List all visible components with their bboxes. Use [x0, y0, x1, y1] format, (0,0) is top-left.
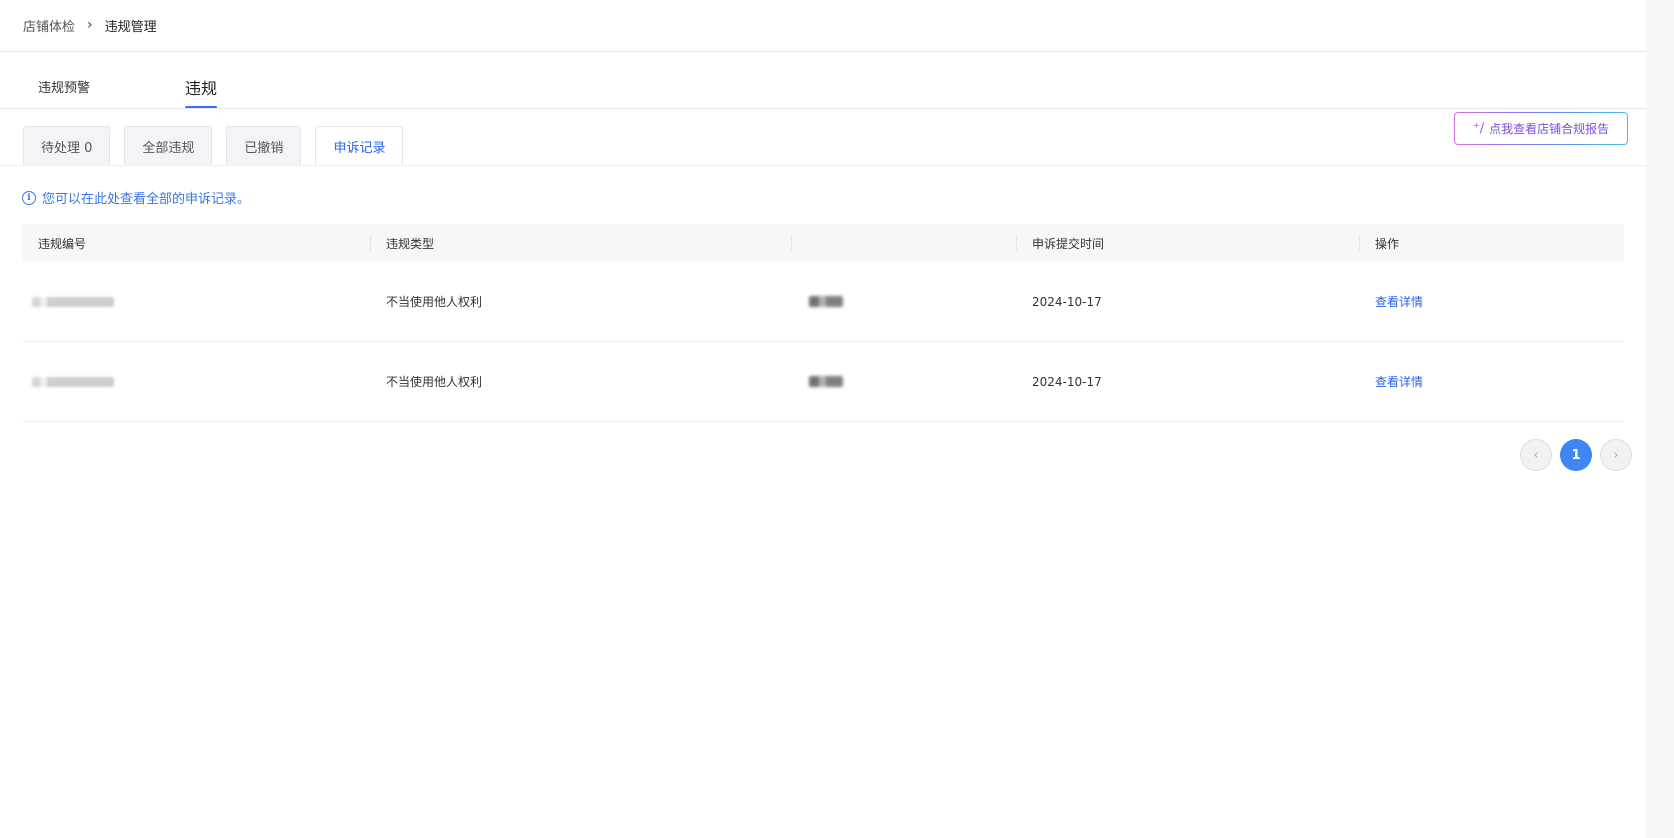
prev-page-button[interactable]: ‹: [1520, 439, 1552, 471]
main-tabs: 违规预警 违规: [0, 52, 1646, 109]
view-details-link[interactable]: 查看详情: [1375, 293, 1423, 310]
next-page-button[interactable]: ›: [1600, 439, 1632, 471]
column-divider: [791, 235, 792, 251]
tab-label: 违规: [185, 79, 218, 98]
notice-text: 您可以在此处查看全部的申诉记录。: [42, 192, 251, 207]
cell-violation-id: [22, 342, 370, 421]
magic-wand-icon: ⁺∕: [1472, 121, 1485, 136]
cell-action: 查看详情: [1359, 342, 1624, 421]
header-label: 申诉提交时间: [1032, 236, 1105, 251]
column-divider: [370, 235, 371, 251]
header-redacted: [791, 224, 1016, 262]
page-1-button[interactable]: 1: [1560, 439, 1592, 471]
view-details-link[interactable]: 查看详情: [1375, 373, 1423, 390]
chevron-left-icon: ‹: [1533, 447, 1539, 463]
tab-label: 违规预警: [38, 81, 91, 96]
header-violation-id: 违规编号: [22, 224, 370, 262]
header-action: 操作: [1359, 224, 1624, 262]
header-label: 违规编号: [38, 236, 87, 251]
tabs-divider: [0, 108, 1646, 109]
cell-submit-time: 2024-10-17: [1032, 294, 1102, 309]
cell-redacted: [791, 342, 1016, 421]
tab-violation[interactable]: 违规: [185, 75, 218, 109]
column-divider: [1016, 235, 1017, 251]
appeal-records-table: 违规编号 违规类型 申诉提交时间 操作 不当使用他人权利 2024-10-17 …: [22, 224, 1624, 422]
breadcrumb-parent[interactable]: 店铺体检: [23, 16, 75, 35]
cell-submit-time: 2024-10-17: [1032, 374, 1102, 389]
cell-action: 查看详情: [1359, 262, 1624, 341]
compliance-report-label: 点我查看店铺合规报告: [1489, 122, 1610, 136]
sub-tabs: 待处理 0 全部违规 已撤销 申诉记录: [23, 126, 417, 167]
breadcrumb-separator-icon: ›: [87, 17, 93, 33]
subtabs-divider: [0, 165, 1646, 166]
subtab-revoked[interactable]: 已撤销: [226, 126, 302, 166]
subtab-pending[interactable]: 待处理 0: [23, 126, 111, 166]
breadcrumb: 店铺体检 › 违规管理: [23, 14, 157, 36]
header-violation-type: 违规类型: [370, 224, 791, 262]
header-label: 违规类型: [386, 236, 435, 251]
redacted-id: [32, 296, 114, 307]
header-label: 操作: [1375, 236, 1400, 251]
pagination: ‹ 1 ›: [1512, 439, 1632, 471]
cell-redacted: [791, 262, 1016, 341]
scrollbar-track[interactable]: [1646, 0, 1674, 838]
compliance-report-button-inner: ⁺∕ 点我查看店铺合规报告: [1455, 113, 1627, 144]
table-row: 不当使用他人权利 2024-10-17 查看详情: [22, 262, 1624, 342]
cell-violation-id: [22, 262, 370, 341]
subtab-all-violations[interactable]: 全部违规: [124, 126, 213, 166]
cell-violation-type: 不当使用他人权利: [386, 295, 483, 309]
redacted-value: [809, 296, 843, 307]
subtab-appeal-records[interactable]: 申诉记录: [315, 126, 404, 167]
main-content: 店铺体检 › 违规管理 违规预警 违规 待处理 0 全部违规 已撤销 申诉记录 …: [0, 0, 1646, 838]
chevron-right-icon: ›: [1613, 447, 1619, 463]
breadcrumb-current: 违规管理: [104, 19, 157, 35]
redacted-value: [809, 376, 843, 387]
table-header: 违规编号 违规类型 申诉提交时间 操作: [22, 224, 1624, 262]
column-divider: [1359, 235, 1360, 251]
cell-violation-type: 不当使用他人权利: [386, 375, 483, 389]
page: 店铺体检 › 违规管理 违规预警 违规 待处理 0 全部违规 已撤销 申诉记录 …: [0, 0, 1674, 838]
compliance-report-button[interactable]: ⁺∕ 点我查看店铺合规报告: [1454, 112, 1628, 145]
tab-violation-warning[interactable]: 违规预警: [38, 77, 90, 96]
table-row: 不当使用他人权利 2024-10-17 查看详情: [22, 342, 1624, 422]
redacted-id: [32, 376, 114, 387]
info-icon: i: [22, 190, 36, 205]
header-submit-time: 申诉提交时间: [1016, 224, 1359, 262]
notice-bar: i 您可以在此处查看全部的申诉记录。: [22, 188, 250, 207]
